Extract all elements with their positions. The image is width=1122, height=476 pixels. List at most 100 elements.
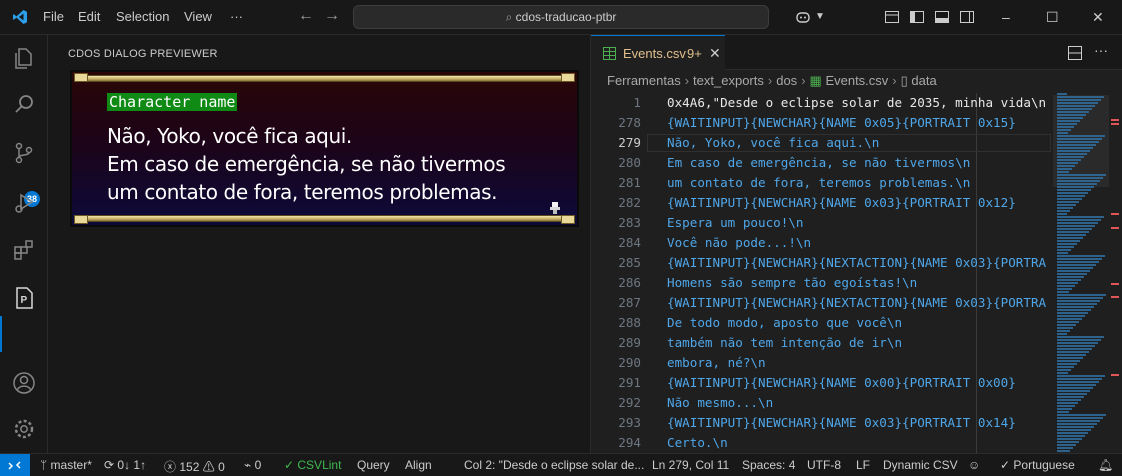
toggle-secondary-sidebar-icon[interactable]: [959, 9, 975, 25]
search-icon[interactable]: [12, 92, 36, 116]
minimap-line: [1057, 147, 1093, 149]
spell-check-status[interactable]: ✓ Portuguese: [1000, 458, 1075, 472]
split-editor-icon[interactable]: [1068, 46, 1082, 60]
align-button[interactable]: Align: [405, 458, 432, 472]
explorer-icon[interactable]: [12, 46, 36, 70]
minimap-line: [1057, 351, 1089, 353]
menu-view[interactable]: View: [184, 9, 212, 24]
ports-status[interactable]: ⌁ 0: [244, 458, 261, 472]
vscode-logo-icon: [13, 10, 27, 24]
extensions-icon[interactable]: [12, 238, 36, 262]
minimize-button[interactable]: –: [1002, 9, 1010, 25]
command-center-search[interactable]: ⌕ cdos-traducao-ptbr: [353, 5, 769, 29]
csvlint-status[interactable]: ✓ CSVLint: [284, 458, 341, 472]
breadcrumb-item[interactable]: Ferramentas: [607, 73, 681, 88]
notifications-bell-icon[interactable]: 🔔︎: [1098, 458, 1113, 472]
cursor-position[interactable]: Ln 279, Col 11: [652, 458, 729, 472]
copilot-dropdown-icon[interactable]: ▼: [815, 11, 825, 22]
code-line[interactable]: 1 0x4A6,"Desde o eclipse solar de 2035, m…: [591, 93, 1051, 113]
language-mode[interactable]: Dynamic CSV: [883, 458, 958, 472]
column-info[interactable]: Col 2: "Desde o eclipse solar de...: [464, 458, 644, 472]
minimap-line: [1057, 441, 1079, 443]
maximize-button[interactable]: ☐: [1046, 9, 1059, 26]
minimap-line: [1057, 213, 1067, 215]
code-line[interactable]: 286 Homens são sempre tão egoístas!\n: [591, 273, 1051, 293]
active-view-indicator: [0, 316, 2, 352]
toggle-sidebar-icon[interactable]: [909, 9, 925, 25]
menu-edit[interactable]: Edit: [78, 9, 100, 24]
minimap-line: [1057, 252, 1068, 254]
code-line[interactable]: 280 Em caso de emergência, se não tivermo…: [591, 153, 1051, 173]
code-line[interactable]: 291 {WAITINPUT}{NEWCHAR}{NAME 0x00}{PORTR…: [591, 373, 1051, 393]
code-line[interactable]: 284 Você não pode...!\n: [591, 233, 1051, 253]
menu-file[interactable]: File: [43, 9, 64, 24]
close-window-button[interactable]: ✕: [1092, 9, 1104, 26]
code-area[interactable]: 1 0x4A6,"Desde o eclipse solar de 2035, m…: [591, 93, 1051, 470]
encoding-status[interactable]: UTF-8: [807, 458, 841, 472]
eol-status[interactable]: LF: [856, 458, 870, 472]
forward-arrow-icon[interactable]: →: [324, 7, 340, 25]
minimap-line: [1057, 108, 1092, 110]
code-line[interactable]: 283 Espera um pouco!\n: [591, 213, 1051, 233]
minimap-line: [1057, 120, 1080, 122]
breadcrumb-item[interactable]: text_exports: [693, 73, 764, 88]
problems-status[interactable]: ⓧ 152 ⚠ 0: [164, 458, 225, 475]
customize-layout-icon[interactable]: [884, 9, 900, 25]
minimap-line: [1057, 306, 1094, 308]
tab-bar: Events.csv 9+ ✕ ···: [591, 35, 1122, 70]
minimap-line: [1057, 231, 1089, 233]
code-line[interactable]: 285 {WAITINPUT}{NEWCHAR}{NEXTACTION}{NAME…: [591, 253, 1051, 273]
source-control-icon[interactable]: [12, 141, 36, 165]
breadcrumb-item[interactable]: Events.csv: [825, 73, 888, 88]
indentation-status[interactable]: Spaces: 4: [742, 458, 795, 472]
code-line[interactable]: 288 De todo modo, aposto que você\n: [591, 313, 1051, 333]
breadcrumb-item[interactable]: dos: [776, 73, 797, 88]
code-line[interactable]: 293 {WAITINPUT}{NEWCHAR}{NAME 0x03}{PORTR…: [591, 413, 1051, 433]
sync-status[interactable]: ⟳ 0↓ 1↑: [104, 458, 146, 472]
minimap[interactable]: [1055, 93, 1119, 453]
account-icon[interactable]: [12, 371, 36, 395]
copilot-status-icon[interactable]: ☺: [968, 458, 980, 472]
settings-gear-icon[interactable]: [12, 417, 36, 441]
code-line[interactable]: 290 embora, né?\n: [591, 353, 1051, 373]
toggle-panel-icon[interactable]: [934, 9, 950, 25]
breadcrumb-item[interactable]: data: [911, 73, 936, 88]
minimap-line: [1057, 105, 1095, 107]
check-circle-icon: ✓: [284, 458, 298, 472]
line-number: 288: [618, 315, 641, 330]
more-actions-icon[interactable]: ···: [1094, 42, 1108, 58]
query-button[interactable]: Query: [357, 458, 390, 472]
back-arrow-icon[interactable]: ←: [298, 7, 314, 25]
minimap-line: [1057, 279, 1081, 281]
tab-events-csv[interactable]: Events.csv 9+ ✕: [591, 35, 725, 70]
minimap-line: [1057, 114, 1086, 116]
run-debug-icon[interactable]: [12, 191, 36, 215]
code-line[interactable]: 289 também não tem intenção de ir\n: [591, 333, 1051, 353]
menu-more[interactable]: ···: [230, 9, 243, 24]
code-line[interactable]: 287 {WAITINPUT}{NEWCHAR}{NEXTACTION}{NAME…: [591, 293, 1051, 313]
minimap-line: [1057, 414, 1106, 416]
code-line[interactable]: 292 Não mesmo...\n: [591, 393, 1051, 413]
menu-selection[interactable]: Selection: [116, 9, 169, 24]
dialog-line: um contato de fora, teremos problemas.: [107, 180, 498, 204]
close-tab-icon[interactable]: ✕: [709, 45, 721, 62]
csvlint-label: CSVLint: [297, 458, 342, 472]
minimap-line: [1057, 240, 1080, 242]
line-text: {WAITINPUT}{NEWCHAR}{NEXTACTION}{NAME 0x…: [667, 295, 1047, 310]
frame-corner: [74, 215, 88, 224]
previewer-icon[interactable]: P: [12, 286, 36, 310]
branch-status[interactable]: ᛘ master*: [40, 458, 92, 472]
minimap-line: [1057, 294, 1106, 296]
code-line[interactable]: 278 {WAITINPUT}{NEWCHAR}{NAME 0x05}{PORTR…: [591, 113, 1051, 133]
code-line[interactable]: 282 {WAITINPUT}{NEWCHAR}{NAME 0x03}{PORTR…: [591, 193, 1051, 213]
code-line[interactable]: 281 um contato de fora, teremos problemas…: [591, 173, 1051, 193]
code-line[interactable]: 279 Não, Yoko, você fica aqui.\n: [591, 133, 1051, 153]
code-line[interactable]: 294 Certo.\n: [591, 433, 1051, 453]
remote-indicator[interactable]: [0, 454, 30, 476]
line-text: Certo.\n: [667, 435, 728, 450]
minimap-line: [1057, 135, 1105, 137]
minimap-line: [1057, 195, 1085, 197]
sync-counts: 0↓ 1↑: [117, 458, 147, 472]
minimap-line: [1057, 303, 1097, 305]
copilot-icon[interactable]: [795, 9, 811, 25]
